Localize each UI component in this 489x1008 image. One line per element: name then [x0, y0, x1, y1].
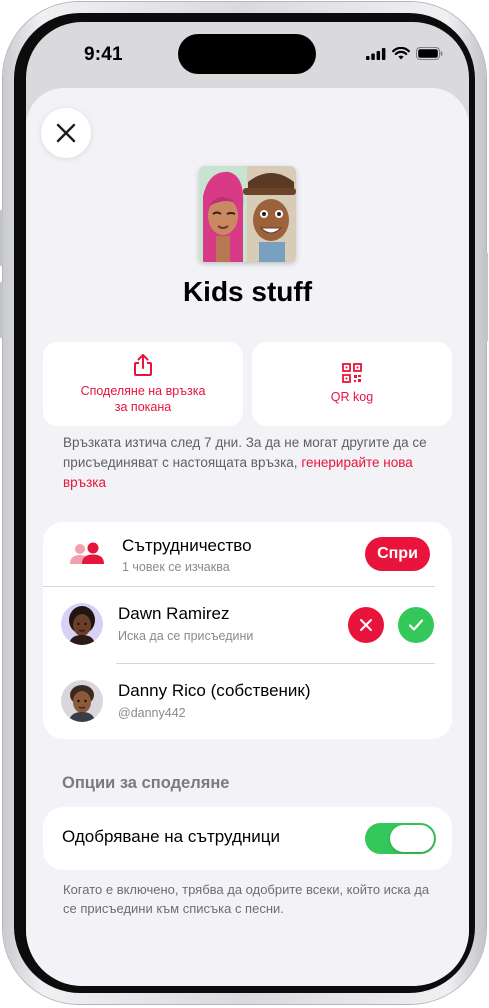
collaborators-card: Сътрудничество 1 човек се изчаква Спри D…: [43, 522, 452, 739]
share-sheet: Kids stuff Споделяне на връзка за покана: [26, 88, 469, 986]
close-button[interactable]: [41, 108, 91, 158]
collaboration-row: Сътрудничество 1 човек се изчаква Спри: [43, 522, 452, 586]
close-icon: [56, 123, 76, 143]
dynamic-island: [178, 34, 316, 74]
owner-row: Danny Rico (собственик) @danny442: [43, 664, 452, 739]
battery-icon: [416, 47, 443, 60]
cellular-signal-icon: [366, 47, 386, 60]
decline-button[interactable]: [348, 607, 384, 643]
power-button: [484, 252, 488, 342]
qr-code-label: QR kog: [330, 390, 374, 404]
approve-collaborators-toggle[interactable]: [365, 823, 436, 854]
playlist-artwork: [199, 166, 296, 262]
checkmark-icon: [408, 619, 424, 631]
volume-down-button: [0, 282, 3, 338]
link-expiry-note: Връзката изтича след 7 дни. За да не мог…: [63, 433, 435, 493]
collaborator-name: Dawn Ramirez: [118, 604, 230, 623]
owner-handle: @danny442: [118, 706, 186, 720]
approve-collaborators-card: Одобряване на сътрудници: [43, 807, 452, 870]
people-icon: [70, 542, 104, 564]
stop-collaboration-button[interactable]: Спри: [365, 537, 430, 571]
qr-code-button[interactable]: QR kog: [252, 342, 452, 426]
share-invite-link-label: Споделяне на връзка за покана: [80, 384, 206, 414]
collaboration-title: Сътрудничество: [122, 536, 252, 555]
phone-frame: 9:41 Kids stuff Споделяне на връзка за п…: [0, 2, 488, 1004]
approve-button[interactable]: [398, 607, 434, 643]
avatar: [61, 680, 103, 722]
status-icons: [366, 47, 443, 60]
volume-up-button: [0, 210, 3, 266]
status-bar: 9:41: [26, 22, 469, 84]
sharing-options-header: Опции за споделяне: [62, 774, 230, 792]
approval-footnote: Когато е включено, трябва да одобрите вс…: [63, 882, 430, 916]
status-time: 9:41: [84, 44, 123, 65]
wifi-icon: [392, 47, 410, 60]
close-icon: [360, 619, 372, 631]
qr-code-icon: [342, 363, 362, 383]
owner-name: Danny Rico (собственик): [118, 681, 311, 700]
screen: 9:41 Kids stuff Споделяне на връзка за п…: [26, 22, 469, 986]
playlist-title: Kids stuff: [182, 276, 313, 307]
approve-collaborators-label: Одобряване на сътрудници: [62, 827, 281, 846]
share-invite-link-button[interactable]: Споделяне на връзка за покана: [43, 342, 243, 426]
share-icon: [134, 354, 152, 376]
collaboration-subtitle: 1 човек се изчаква: [122, 560, 230, 574]
avatar: [61, 603, 103, 645]
pending-collaborator-row: Dawn Ramirez Иска да се присъедини: [43, 587, 452, 663]
toggle-knob: [390, 825, 434, 852]
collaborator-status: Иска да се присъедини: [118, 629, 254, 643]
